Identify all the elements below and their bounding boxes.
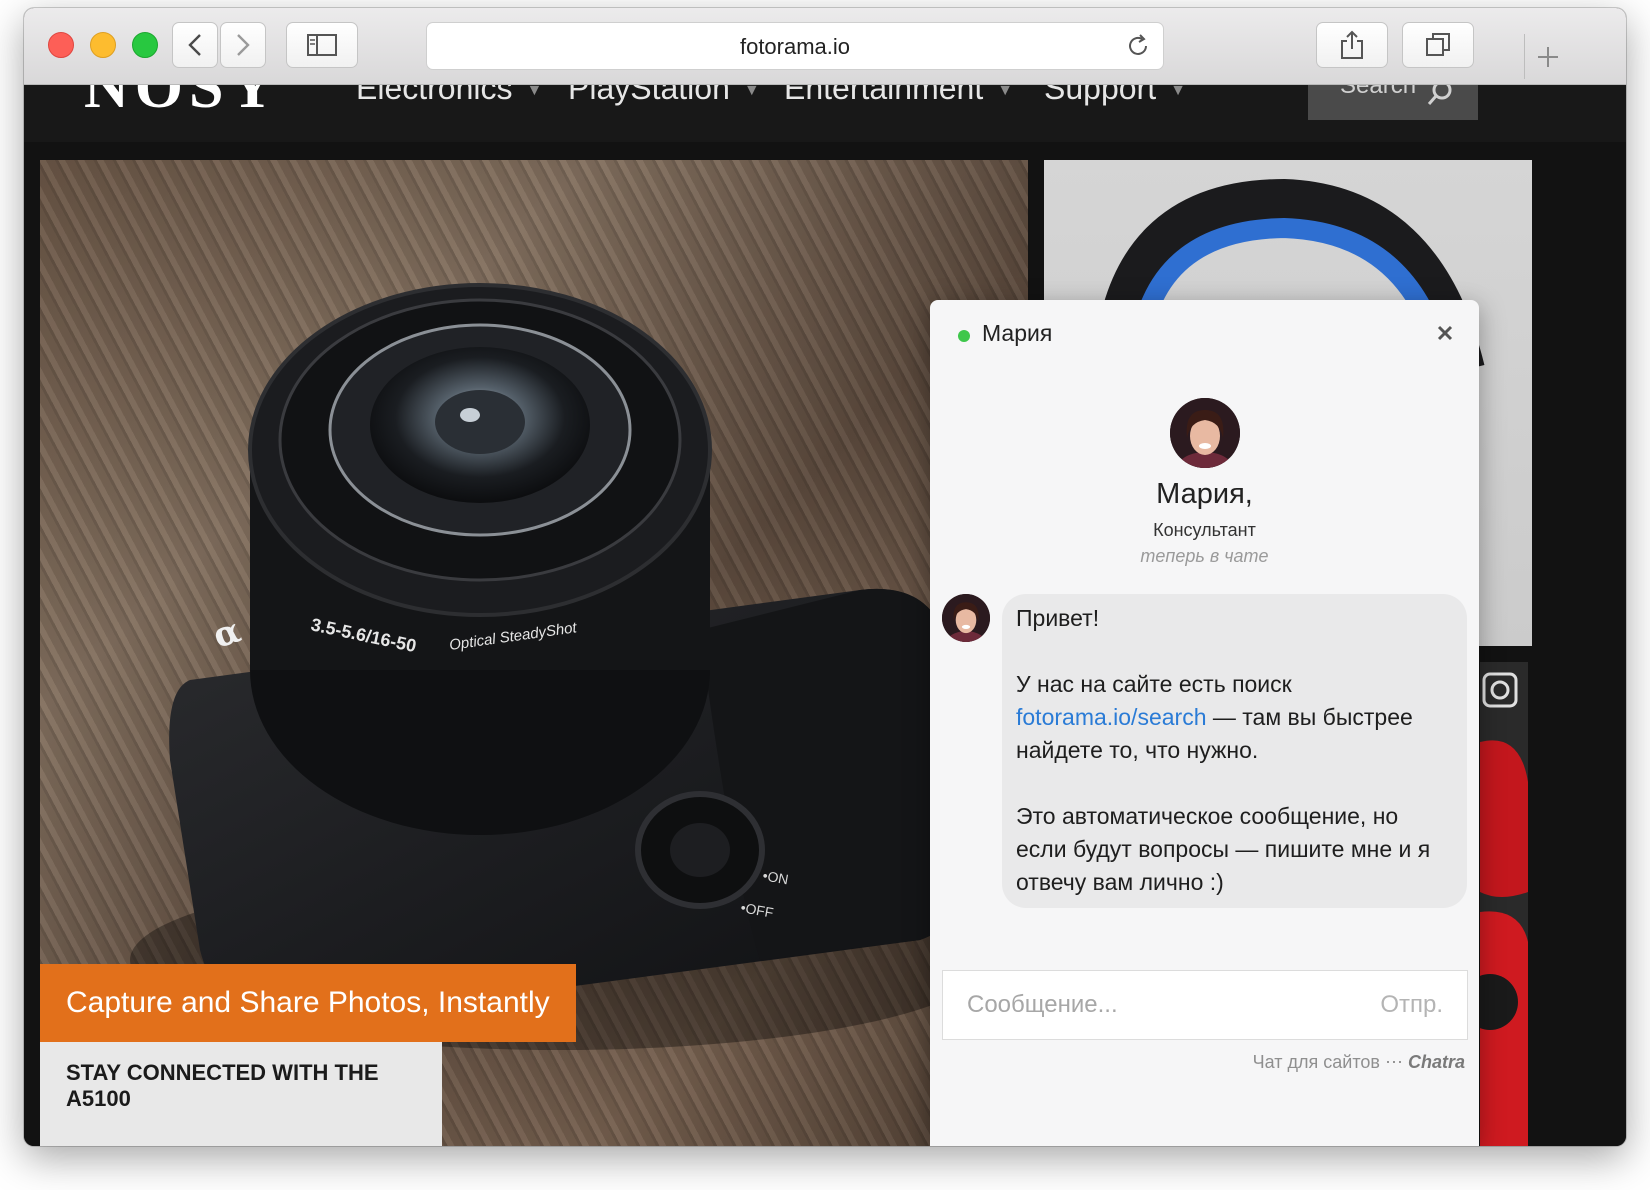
plus-icon bbox=[1538, 47, 1558, 67]
share-button[interactable] bbox=[1316, 22, 1388, 68]
chevron-down-icon: ▼ bbox=[1170, 84, 1186, 99]
url-text: fotorama.io bbox=[739, 34, 851, 59]
nav-item-playstation[interactable]: PlayStation ▼ bbox=[568, 84, 760, 107]
tabs-icon bbox=[1426, 33, 1450, 56]
close-window-button[interactable] bbox=[48, 32, 74, 58]
site-search-label: Search bbox=[1340, 84, 1417, 99]
search-link[interactable]: fotorama.io/search bbox=[1016, 704, 1206, 730]
message-greeting: Привет! bbox=[1016, 605, 1100, 631]
close-icon[interactable] bbox=[1434, 322, 1456, 344]
sidebar-icon bbox=[307, 34, 337, 56]
sidebar-toggle-button[interactable] bbox=[286, 22, 358, 68]
chat-message: Привет! У нас на сайте есть поиск fotoram… bbox=[1002, 594, 1467, 908]
chevron-down-icon: ▼ bbox=[526, 84, 543, 99]
agent-photo bbox=[942, 594, 990, 642]
tabs-overview-button[interactable] bbox=[1402, 22, 1474, 68]
gamepad-image bbox=[1480, 662, 1528, 1146]
chat-footer[interactable]: Чат для сайтов ⋯ Chatra bbox=[1253, 1052, 1465, 1073]
footer-brand: Chatra bbox=[1407, 1052, 1465, 1072]
chevron-down-icon: ▼ bbox=[997, 84, 1014, 99]
nav-item-label: Support bbox=[1044, 84, 1157, 106]
online-status-dot bbox=[958, 330, 970, 342]
chevron-left-icon bbox=[188, 34, 201, 56]
hero-caption[interactable]: Capture and Share Photos, Instantly bbox=[40, 964, 576, 1042]
gamepad-tile[interactable] bbox=[1480, 662, 1528, 1146]
hero-subcaption[interactable]: STAY CONNECTED WITH THE A5100 bbox=[40, 1042, 442, 1146]
message-avatar bbox=[942, 594, 990, 642]
footer-text: Чат для сайтов bbox=[1252, 1052, 1380, 1072]
new-tab-button[interactable] bbox=[1524, 34, 1570, 79]
nav-item-label: PlayStation bbox=[568, 84, 730, 106]
nav-item-label: Electronics bbox=[356, 84, 513, 106]
agent-role: Консультант bbox=[1153, 520, 1256, 540]
message-text: У нас на сайте есть поиск bbox=[1016, 671, 1292, 697]
search-icon bbox=[1427, 84, 1452, 105]
message-input-placeholder: Сообщение... bbox=[967, 991, 1118, 1018]
site-search[interactable]: Search bbox=[1308, 84, 1478, 120]
share-icon bbox=[1341, 30, 1363, 59]
site-logo[interactable]: NOSY bbox=[84, 84, 280, 123]
send-button[interactable]: Отпр. bbox=[1380, 991, 1443, 1019]
back-button[interactable] bbox=[172, 22, 218, 68]
chevron-right-icon bbox=[237, 34, 250, 56]
chevron-down-icon: ▼ bbox=[743, 84, 760, 99]
hero-slide[interactable]: 3.5-5.6/16-50 Optical SteadyShot •ON •OF… bbox=[40, 160, 1028, 1146]
chat-widget: Мария Мария, Консультант теперь в чате П… bbox=[930, 300, 1479, 1146]
agent-avatar bbox=[1170, 398, 1240, 468]
message-paragraph-2: Это автоматическое сообщение, но если бу… bbox=[1016, 803, 1431, 895]
agent-name: Мария, bbox=[1156, 478, 1253, 510]
svg-text:α: α bbox=[208, 610, 245, 656]
nav-item-support[interactable]: Support ▼ bbox=[1044, 84, 1186, 107]
browser-window: fotorama.io NOSY Electronics ▼ PlayStatio… bbox=[24, 8, 1626, 1146]
agent-photo bbox=[1170, 398, 1240, 468]
nav-item-electronics[interactable]: Electronics ▼ bbox=[356, 84, 542, 107]
nav-item-label: Entertainment bbox=[784, 84, 984, 106]
minimize-window-button[interactable] bbox=[90, 32, 116, 58]
address-bar[interactable]: fotorama.io bbox=[426, 22, 1164, 70]
reload-icon[interactable] bbox=[1125, 33, 1151, 59]
chat-header-name: Мария bbox=[982, 320, 1053, 346]
site-header: NOSY Electronics ▼ PlayStation ▼ Entertain… bbox=[24, 84, 1626, 142]
agent-status: теперь в чате bbox=[1140, 546, 1269, 566]
message-paragraph-1: У нас на сайте есть поиск fotorama.io/sea… bbox=[1016, 668, 1449, 767]
browser-toolbar: fotorama.io bbox=[24, 8, 1626, 85]
nav-item-entertainment[interactable]: Entertainment ▼ bbox=[784, 84, 1013, 107]
zoom-window-button[interactable] bbox=[132, 32, 158, 58]
forward-button[interactable] bbox=[220, 22, 266, 68]
message-input[interactable]: Сообщение... Отпр. bbox=[942, 970, 1468, 1040]
